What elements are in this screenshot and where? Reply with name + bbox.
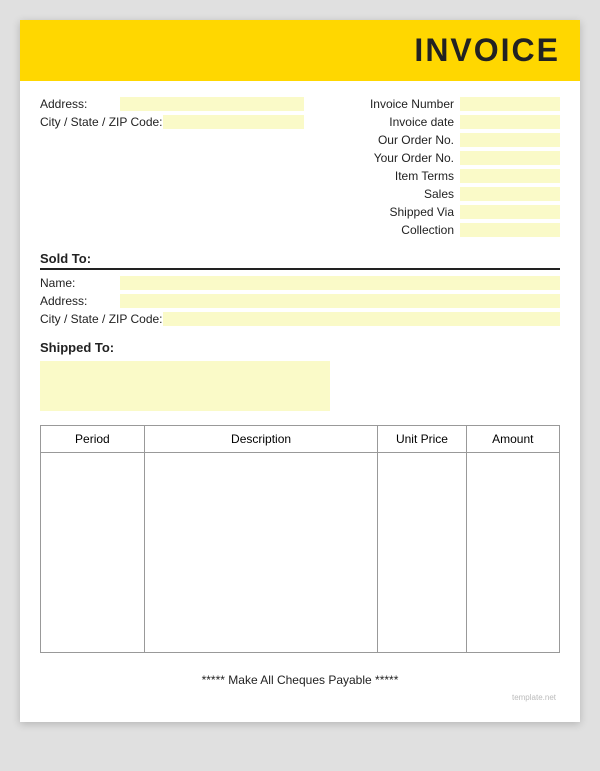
sold-to-grid: Name: Address: City / State / ZIP Code: [40, 276, 560, 330]
right-fields-col: Invoice Number Invoice date Our Order No… [320, 97, 560, 241]
col-description: Description [144, 426, 378, 453]
cell-period[interactable] [41, 453, 145, 653]
collection-row: Collection [320, 223, 560, 237]
address-input[interactable] [120, 97, 304, 111]
invoice-number-label: Invoice Number [370, 97, 454, 111]
sold-address-label: Address: [40, 294, 120, 308]
sold-city-input[interactable] [163, 312, 561, 326]
address-label: Address: [40, 97, 120, 111]
your-order-input[interactable] [460, 151, 560, 165]
invoice-content: Address: City / State / ZIP Code: Invoic… [20, 81, 580, 722]
footer-text: ***** Make All Cheques Payable ***** [40, 665, 560, 693]
sold-name-input[interactable] [120, 276, 560, 290]
shipped-via-row: Shipped Via [320, 205, 560, 219]
address-field-row: Address: [40, 97, 304, 111]
sold-city-label: City / State / ZIP Code: [40, 312, 163, 326]
item-terms-input[interactable] [460, 169, 560, 183]
city-label: City / State / ZIP Code: [40, 115, 163, 129]
invoice-title: INVOICE [414, 32, 560, 68]
left-address-col: Address: City / State / ZIP Code: [40, 97, 304, 241]
your-order-row: Your Order No. [320, 151, 560, 165]
sold-to-section: Sold To: Name: Address: City / State / Z… [40, 251, 560, 330]
col-amount: Amount [466, 426, 559, 453]
invoice-page: INVOICE Address: City / State / ZIP Code… [20, 20, 580, 722]
shipped-to-box[interactable] [40, 361, 330, 411]
our-order-input[interactable] [460, 133, 560, 147]
our-order-row: Our Order No. [320, 133, 560, 147]
watermark: template.net [40, 693, 560, 706]
cell-amount[interactable] [466, 453, 559, 653]
invoice-date-row: Invoice date [320, 115, 560, 129]
sales-input[interactable] [460, 187, 560, 201]
table-header-row: Period Description Unit Price Amount [41, 426, 560, 453]
shipped-via-label: Shipped Via [390, 205, 455, 219]
sales-row: Sales [320, 187, 560, 201]
sold-to-left: Name: Address: City / State / ZIP Code: [40, 276, 560, 330]
invoice-date-label: Invoice date [389, 115, 454, 129]
invoice-number-input[interactable] [460, 97, 560, 111]
shipped-to-label: Shipped To: [40, 340, 560, 355]
invoice-table: Period Description Unit Price Amount [40, 425, 560, 653]
invoice-date-input[interactable] [460, 115, 560, 129]
invoice-number-row: Invoice Number [320, 97, 560, 111]
city-field-row: City / State / ZIP Code: [40, 115, 304, 129]
sold-name-label: Name: [40, 276, 120, 290]
sold-address-input[interactable] [120, 294, 560, 308]
table-row [41, 453, 560, 653]
our-order-label: Our Order No. [378, 133, 454, 147]
sold-city-row: City / State / ZIP Code: [40, 312, 560, 326]
invoice-header: INVOICE [20, 20, 580, 81]
shipped-to-section: Shipped To: [40, 340, 560, 411]
cell-description[interactable] [144, 453, 378, 653]
sold-address-row: Address: [40, 294, 560, 308]
city-input[interactable] [163, 115, 305, 129]
sold-name-row: Name: [40, 276, 560, 290]
sold-to-label: Sold To: [40, 251, 560, 270]
shipped-via-input[interactable] [460, 205, 560, 219]
collection-input[interactable] [460, 223, 560, 237]
collection-label: Collection [401, 223, 454, 237]
col-unit-price: Unit Price [378, 426, 466, 453]
item-terms-label: Item Terms [395, 169, 454, 183]
col-period: Period [41, 426, 145, 453]
sales-label: Sales [424, 187, 454, 201]
top-section: Address: City / State / ZIP Code: Invoic… [40, 97, 560, 241]
your-order-label: Your Order No. [374, 151, 454, 165]
item-terms-row: Item Terms [320, 169, 560, 183]
cell-unit-price[interactable] [378, 453, 466, 653]
